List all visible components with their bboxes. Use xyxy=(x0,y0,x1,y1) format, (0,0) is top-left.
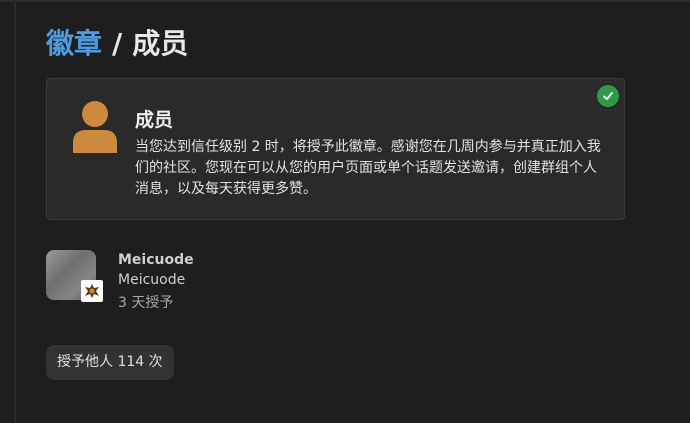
left-divider xyxy=(14,0,16,423)
breadcrumb-separator: / xyxy=(112,27,123,60)
breadcrumb-badges-link[interactable]: 徽章 xyxy=(46,27,102,60)
breadcrumb-current: 成员 xyxy=(132,27,189,60)
grantee-name: Meicuode xyxy=(118,272,186,288)
granted-count-badge: 授予他人 114 次 xyxy=(46,345,174,380)
check-icon xyxy=(597,85,619,107)
flair-icon xyxy=(81,280,103,302)
badge-card: 成员 当您达到信任级别 2 时，将授予此徽章。感谢您在几周内参与并真正加入我们的… xyxy=(46,78,625,220)
top-divider xyxy=(0,0,690,2)
grantee-card: Meicuode Meicuode 3 天授予 xyxy=(46,250,346,311)
grantee-username[interactable]: Meicuode xyxy=(118,252,194,268)
badge-page: 徽章 / 成员 成员 当您达到信任级别 2 时，将授予此徽章。感谢您在几周内参与并真… xyxy=(0,0,690,423)
breadcrumb: 徽章 / 成员 xyxy=(46,26,188,62)
granted-time: 3 天授予 xyxy=(118,295,174,311)
badge-title: 成员 xyxy=(135,109,174,131)
badge-description: 当您达到信任级别 2 时，将授予此徽章。感谢您在几周内参与并真正加入我们的社区。… xyxy=(135,139,601,197)
user-icon xyxy=(71,101,119,153)
